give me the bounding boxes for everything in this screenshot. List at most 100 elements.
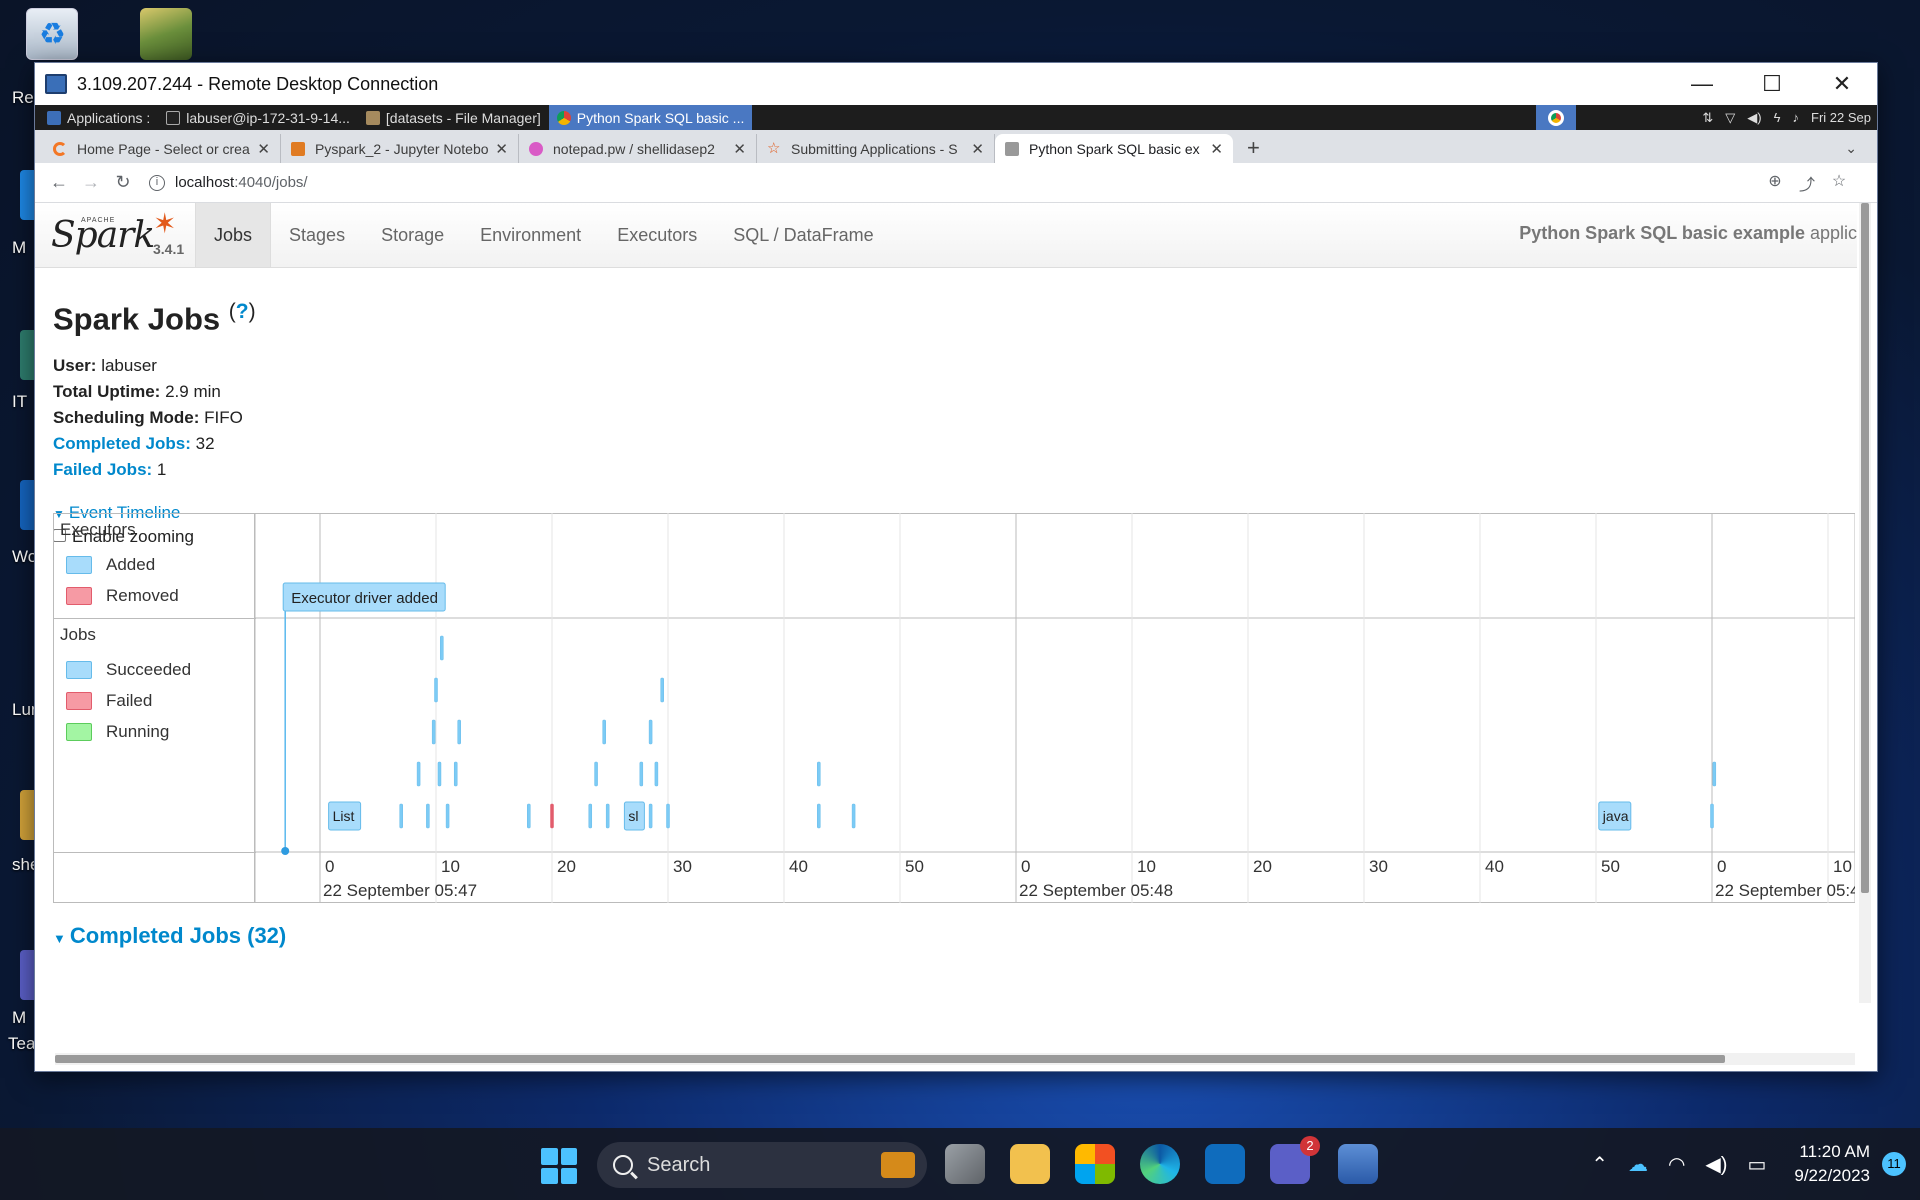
new-tab-button[interactable]: + — [1233, 135, 1274, 163]
job-bar — [588, 803, 593, 829]
vertical-scrollbar[interactable] — [1859, 203, 1871, 1003]
axis-tick-label: 20 — [1253, 857, 1272, 876]
tab-title: Python Spark SQL basic ex — [1029, 140, 1200, 157]
notification-badge[interactable]: 11 — [1882, 1152, 1906, 1176]
tab-close-icon[interactable]: ✕ — [971, 140, 984, 158]
applications-menu[interactable]: Applications : — [39, 105, 158, 130]
taskbar-item-chrome[interactable]: Python Spark SQL basic ... — [548, 105, 753, 130]
horizontal-scrollbar[interactable] — [55, 1053, 1855, 1065]
browser-tab[interactable]: Home Page - Select or crea ✕ — [43, 134, 281, 163]
taskbar-item-label: Python Spark SQL basic ... — [576, 109, 745, 126]
tab-close-icon[interactable]: ✕ — [1210, 140, 1223, 158]
app-name-tail: applic — [1804, 223, 1857, 243]
tab-stages[interactable]: Stages — [271, 203, 363, 267]
browser-tab[interactable]: notepad.pw / shellidasep2 ✕ — [519, 134, 757, 163]
zoom-icon[interactable]: ⊕ — [1759, 171, 1791, 195]
tab-storage[interactable]: Storage — [363, 203, 462, 267]
task-view-icon[interactable] — [945, 1144, 985, 1184]
notepad-favicon-icon — [529, 141, 543, 156]
minimize-button[interactable]: — — [1667, 71, 1737, 97]
notification-bell-icon[interactable]: ♪ — [1787, 110, 1806, 125]
recycle-bin-icon[interactable] — [26, 8, 78, 60]
job-bar — [817, 803, 821, 829]
completed-jobs-toggle[interactable]: ▼ Completed Jobs (32) — [53, 923, 286, 949]
spark-version: 3.4.1 — [153, 241, 185, 257]
briefcase-icon — [881, 1152, 915, 1178]
taskbar-search[interactable]: Search — [597, 1142, 927, 1188]
volume-icon[interactable]: ◀) — [1741, 110, 1767, 126]
spark-star-favicon-icon: ☆ — [767, 139, 781, 157]
forward-arrow-icon[interactable]: → — [75, 172, 107, 193]
tab-sql-dataframe[interactable]: SQL / DataFrame — [715, 203, 891, 267]
taskbar-item-label: [datasets - File Manager] — [385, 109, 541, 126]
tab-environment[interactable]: Environment — [462, 203, 599, 267]
ms-store-icon[interactable] — [1075, 1144, 1115, 1184]
swatch-running — [66, 723, 92, 741]
job-bar — [648, 803, 653, 829]
edge-icon[interactable] — [1140, 1144, 1180, 1184]
stat-failed: 1 — [156, 460, 167, 480]
timeline-canvas[interactable]: 0 10 20 30 40 50 0 10 20 30 40 50 0 10 22 September 05… — [255, 513, 1855, 903]
job-label: List — [333, 808, 355, 824]
job-bar — [527, 803, 531, 829]
help-link[interactable]: ? — [236, 300, 249, 323]
file-explorer-icon[interactable] — [1010, 1144, 1050, 1184]
xfce-panel: Applications : labuser@ip-172-31-9-14...… — [35, 105, 1877, 130]
spark-logo[interactable]: APACHE Spark ✶ 3.4.1 — [35, 203, 195, 267]
tab-title: Home Page - Select or crea — [77, 140, 250, 157]
close-button[interactable]: ✕ — [1807, 71, 1877, 97]
desktop-label-recycle: Re — [12, 88, 34, 107]
site-info-icon[interactable]: i — [149, 174, 165, 191]
remote-desktop-icon[interactable] — [1338, 1144, 1378, 1184]
outlook-icon[interactable] — [1205, 1144, 1245, 1184]
browser-tab[interactable]: ☆ Submitting Applications - S ✕ — [757, 134, 995, 163]
job-bar — [602, 719, 606, 745]
chrome-tray-button[interactable] — [1536, 105, 1577, 130]
reload-icon[interactable]: ↻ — [107, 172, 139, 193]
power-icon[interactable]: ϟ — [1768, 110, 1787, 125]
search-placeholder: Search — [647, 1153, 711, 1176]
scrollbar-thumb[interactable] — [55, 1055, 1725, 1063]
back-arrow-icon[interactable]: ← — [43, 172, 75, 193]
volume-icon[interactable]: ◀) — [1705, 1152, 1727, 1177]
wifi-icon[interactable]: ▽ — [1719, 110, 1741, 126]
job-bar — [431, 719, 436, 745]
taskbar-item-terminal[interactable]: labuser@ip-172-31-9-14... — [158, 105, 358, 130]
swatch-removed — [66, 587, 92, 605]
battery-icon[interactable]: ▭ — [1747, 1152, 1766, 1177]
tab-executors[interactable]: Executors — [599, 203, 715, 267]
failed-jobs-link[interactable]: Failed Jobs: — [53, 460, 152, 479]
chrome-icon — [1548, 109, 1565, 126]
search-icon — [613, 1155, 633, 1175]
browser-tab[interactable]: Pyspark_2 - Jupyter Notebo ✕ — [281, 134, 519, 163]
tab-search-chevron-icon[interactable]: ⌄ — [1845, 140, 1857, 163]
share-icon[interactable]: ⤴ — [1791, 171, 1823, 195]
scrollbar-thumb[interactable] — [1861, 203, 1869, 893]
taskbar-item-filemanager[interactable]: [datasets - File Manager] — [358, 105, 549, 130]
onedrive-icon[interactable]: ☁ — [1628, 1152, 1648, 1177]
desktop-label: Tea — [8, 1034, 36, 1053]
tab-close-icon[interactable]: ✕ — [495, 140, 508, 158]
bookmark-star-icon[interactable]: ☆ — [1823, 171, 1855, 195]
axis-tick-label: 0 — [325, 857, 334, 876]
start-button[interactable] — [541, 1148, 577, 1184]
chevron-up-icon[interactable]: ⌃ — [1591, 1152, 1608, 1177]
job-bar — [440, 635, 444, 661]
photo-file-icon[interactable] — [140, 8, 192, 60]
url-input[interactable]: i localhost:4040/jobs/ — [149, 168, 1759, 198]
tab-jobs[interactable]: Jobs — [195, 203, 272, 267]
wifi-icon[interactable]: ◠ — [1668, 1152, 1685, 1177]
maximize-button[interactable]: ☐ — [1737, 71, 1807, 97]
tab-close-icon[interactable]: ✕ — [257, 140, 270, 158]
job-bar — [654, 761, 659, 787]
taskbar-clock[interactable]: 11:20 AM 9/22/2023 — [1794, 1140, 1870, 1188]
browser-tab-active[interactable]: Python Spark SQL basic ex ✕ — [995, 134, 1233, 163]
tab-close-icon[interactable]: ✕ — [733, 140, 746, 158]
panel-clock[interactable]: Fri 22 Sep — [1805, 110, 1877, 125]
network-activity-icon[interactable]: ⇅ — [1696, 110, 1719, 126]
swatch-succeeded — [66, 661, 92, 679]
axis-tick-label: 0 — [1717, 857, 1726, 876]
completed-jobs-link[interactable]: Completed Jobs: — [53, 434, 191, 453]
app-name-text: Python Spark SQL basic example — [1519, 223, 1805, 243]
job-bar — [817, 761, 821, 787]
